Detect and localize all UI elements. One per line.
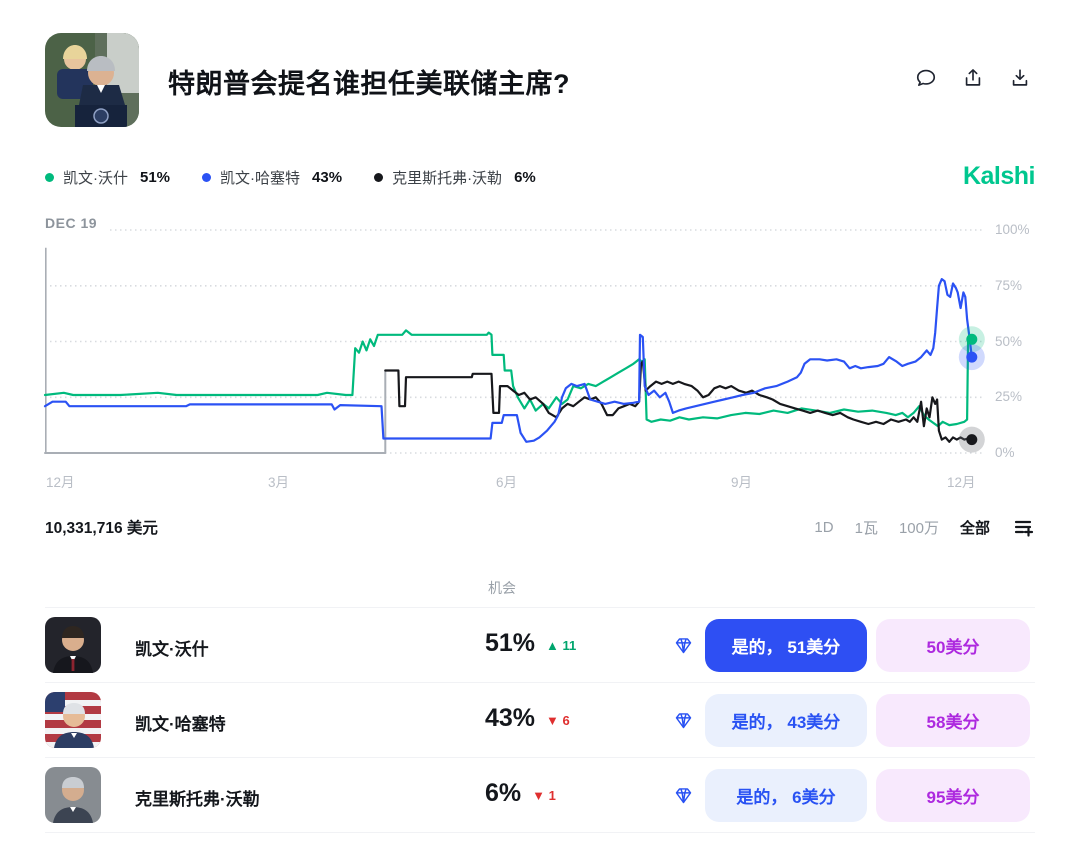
chart-legend: 凯文·沃什 51% 凯文·哈塞特 43% 克里斯托弗·沃勒 6% <box>45 167 536 188</box>
percent-change-badge: ▼ 6 <box>546 713 570 728</box>
avatar <box>45 767 101 823</box>
outcome-name: 克里斯托弗·沃勒 <box>135 785 260 810</box>
legend-dot-blue <box>202 173 211 182</box>
range-option-all[interactable]: 全部 <box>960 517 990 538</box>
price-chart-svg[interactable] <box>45 230 985 453</box>
y-axis-tick: 50% <box>995 334 1022 349</box>
outcome-percent: 6% <box>485 779 521 808</box>
chart-settings-icon[interactable] <box>1011 515 1035 539</box>
percent-change-badge: ▲ 11 <box>546 638 576 653</box>
legend-name: 凯文·沃什 <box>63 167 128 188</box>
gem-icon[interactable] <box>673 635 694 656</box>
outcome-name: 凯文·哈塞特 <box>135 710 226 735</box>
range-option-1m[interactable]: 100万 <box>899 517 939 538</box>
avatar <box>45 692 101 748</box>
gem-icon[interactable] <box>673 785 694 806</box>
page-title: 特朗普会提名谁担任美联储主席? <box>168 62 570 101</box>
x-axis-tick: 12月 <box>947 471 976 491</box>
x-axis-tick: 3月 <box>268 471 289 491</box>
legend-item-warsh[interactable]: 凯文·沃什 51% <box>45 167 170 188</box>
buy-no-button[interactable]: 50美分 <box>876 619 1030 672</box>
chance-column-header: 机会 <box>488 578 516 598</box>
range-option-1d[interactable]: 1D <box>814 519 833 536</box>
market-image <box>45 33 139 127</box>
download-icon[interactable] <box>1008 66 1032 90</box>
outcome-percent: 51% <box>485 629 535 658</box>
percent-group: 51% ▲ 11 <box>485 629 576 658</box>
y-axis-tick: 25% <box>995 389 1022 404</box>
price-chart[interactable]: DEC 19 100% 75% 50% 25% 0% 12月 3月 6月 9月 … <box>45 230 1035 453</box>
legend-name: 克里斯托弗·沃勒 <box>392 167 502 188</box>
range-option-1w[interactable]: 1瓦 <box>855 517 878 538</box>
x-axis-tick: 9月 <box>731 471 752 491</box>
header-actions <box>914 66 1032 90</box>
legend-dot-green <box>45 173 54 182</box>
legend-item-hassett[interactable]: 凯文·哈塞特 43% <box>202 167 342 188</box>
y-axis-tick: 0% <box>995 445 1015 460</box>
y-axis-tick: 75% <box>995 278 1022 293</box>
outcome-row-waller[interactable]: 克里斯托弗·沃勒 6% ▼ 1 是的， 6美分 95美分 <box>45 758 1035 833</box>
buy-yes-button[interactable]: 是的， 43美分 <box>705 694 867 747</box>
buy-no-button[interactable]: 58美分 <box>876 694 1030 747</box>
x-axis-tick: 12月 <box>46 471 75 491</box>
gem-icon[interactable] <box>673 710 694 731</box>
market-page: 特朗普会提名谁担任美联储主席? 凯文·沃什 51% 凯文·哈塞特 43 <box>0 0 1080 858</box>
market-photo-placeholder <box>45 33 139 127</box>
outcome-percent: 43% <box>485 704 535 733</box>
buy-yes-button[interactable]: 是的， 6美分 <box>705 769 867 822</box>
buy-no-button[interactable]: 95美分 <box>876 769 1030 822</box>
buy-yes-button[interactable]: 是的， 51美分 <box>705 619 867 672</box>
y-axis-tick: 100% <box>995 222 1030 237</box>
chart-date-annotation: DEC 19 <box>45 215 107 231</box>
table-header: 机会 <box>45 564 1035 608</box>
volume-total: 10,331,716 美元 <box>45 516 158 538</box>
outcomes-table: 机会 凯文·沃什 51% ▲ 11 <box>45 564 1035 833</box>
legend-value: 51% <box>140 169 170 186</box>
kalshi-logo[interactable]: Kalshi <box>963 162 1035 191</box>
legend-dot-black <box>374 173 383 182</box>
legend-item-waller[interactable]: 克里斯托弗·沃勒 6% <box>374 167 536 188</box>
outcome-row-warsh[interactable]: 凯文·沃什 51% ▲ 11 是的， 51美分 50美分 <box>45 608 1035 683</box>
percent-change-badge: ▼ 1 <box>532 788 556 803</box>
comment-icon[interactable] <box>914 66 938 90</box>
volume-row: 10,331,716 美元 1D 1瓦 100万 全部 <box>45 512 1035 542</box>
range-controls: 1D 1瓦 100万 全部 <box>814 515 1035 539</box>
outcome-row-hassett[interactable]: 凯文·哈塞特 43% ▼ 6 是的， 43美分 58美分 <box>45 683 1035 758</box>
x-axis-tick: 6月 <box>496 471 517 491</box>
percent-group: 6% ▼ 1 <box>485 779 556 808</box>
share-icon[interactable] <box>961 66 985 90</box>
legend-name: 凯文·哈塞特 <box>220 167 300 188</box>
avatar <box>45 617 101 673</box>
legend-value: 43% <box>312 169 342 186</box>
outcome-name: 凯文·沃什 <box>135 635 209 660</box>
legend-value: 6% <box>514 169 536 186</box>
percent-group: 43% ▼ 6 <box>485 704 570 733</box>
